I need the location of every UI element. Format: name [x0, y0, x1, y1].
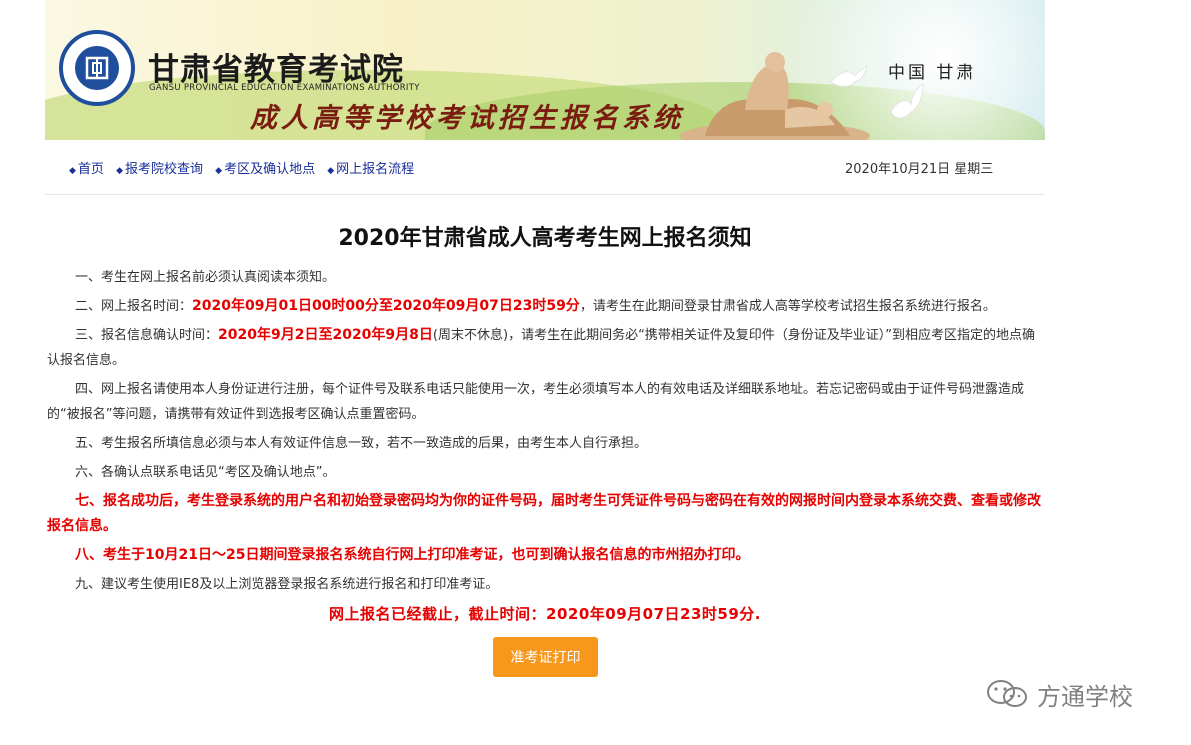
diamond-bullet-icon: ◆	[215, 166, 223, 176]
dove-icon-2	[890, 83, 924, 119]
notice-item-5: 五、考生报名所填信息必须与本人有效证件信息一致，若不一致造成的后果，由考生本人自…	[75, 436, 648, 451]
deadline-notice: 网上报名已经截止，截止时间：2020年09月07日23时59分.	[329, 605, 761, 623]
page-container: 甘肃省教育考试院 GANSU PROVINCIAL EDUCATION EXAM…	[45, 0, 1045, 745]
wechat-watermark: 方通学校	[985, 676, 1133, 712]
notice-title: 2020年甘肃省成人高考考生网上报名须知	[338, 226, 752, 251]
region-label: 中国 甘肃	[888, 63, 977, 83]
nav-home[interactable]: ◆ 首页	[69, 162, 104, 177]
diamond-bullet-icon: ◆	[116, 166, 123, 176]
top-nav: ◆ 首页 ◆ 报考院校查询 ◆ 考区及确认地点 ◆ 网上报名流程	[69, 158, 422, 177]
item2-suffix: ，请考生在此期间登录甘肃省成人高等学校考试招生报名系统进行报名。	[579, 299, 996, 314]
nav-home-label: 首页	[77, 162, 104, 177]
nav-registration-flow-label: 网上报名流程	[336, 162, 415, 177]
nav-exam-areas-label: 考区及确认地点	[224, 162, 316, 177]
confirmation-period: 2020年9月2日至2020年9月8日	[218, 327, 433, 343]
notice-item-1: 一、考生在网上报名前必须认真阅读本须知。	[75, 270, 336, 285]
diamond-bullet-icon: ◆	[327, 166, 335, 176]
notice-item-6: 六、各确认点联系电话见“考区及确认地点”。	[75, 465, 336, 480]
nav-registration-flow[interactable]: ◆ 网上报名流程	[327, 162, 414, 177]
nav-college-query-label: 报考院校查询	[125, 162, 204, 177]
print-admission-ticket-button[interactable]: 准考证打印	[493, 637, 598, 677]
notice-item-9: 九、建议考生使用IE8及以上浏览器登录报名系统进行报名和打印准考证。	[75, 577, 499, 592]
system-title: 成人高等学校考试招生报名系统	[250, 103, 684, 134]
org-logo-emblem	[75, 46, 119, 90]
notice-item-4: 四、网上报名请使用本人身份证进行注册，每个证件号及联系电话只能使用一次，考生必须…	[47, 382, 1025, 422]
wechat-icon	[987, 680, 1027, 707]
notice-item-3: 三、报名信息确认时间：2020年9月2日至2020年9月8日(周末不休息)，请考…	[47, 323, 1041, 373]
org-logo	[59, 30, 135, 106]
nav-divider	[45, 194, 1045, 195]
dove-icon	[830, 64, 868, 87]
current-date: 2020年10月21日 星期三	[845, 162, 994, 177]
notice-item-8: 八、考生于10月21日～25日期间登录报名系统自行网上打印准考证，也可到确认报名…	[75, 547, 750, 563]
notice-item-2: 二、网上报名时间：2020年09月01日00时00分至2020年09月07日23…	[47, 294, 1041, 319]
org-name-en: GANSU PROVINCIAL EDUCATION EXAMINATIONS …	[149, 83, 420, 93]
item3-prefix: 三、报名信息确认时间：	[75, 328, 219, 343]
notice-items: 一、考生在网上报名前必须认真阅读本须知。 二、网上报名时间：2020年09月01…	[47, 265, 1041, 601]
notice-item-7: 七、报名成功后，考生登录系统的用户名和初始登录密码均为你的证件号码，届时考生可凭…	[47, 493, 1041, 534]
watermark-text: 方通学校	[1037, 682, 1133, 711]
diamond-bullet-icon: ◆	[69, 166, 76, 176]
item2-prefix: 二、网上报名时间：	[75, 299, 193, 314]
registration-period: 2020年09月01日00时00分至2020年09月07日23时59分	[192, 298, 580, 314]
nav-college-query[interactable]: ◆ 报考院校查询	[116, 162, 203, 177]
nav-exam-areas[interactable]: ◆ 考区及确认地点	[215, 162, 315, 177]
logo-emblem-icon	[85, 56, 109, 80]
header-banner: 甘肃省教育考试院 GANSU PROVINCIAL EDUCATION EXAM…	[45, 0, 1045, 140]
